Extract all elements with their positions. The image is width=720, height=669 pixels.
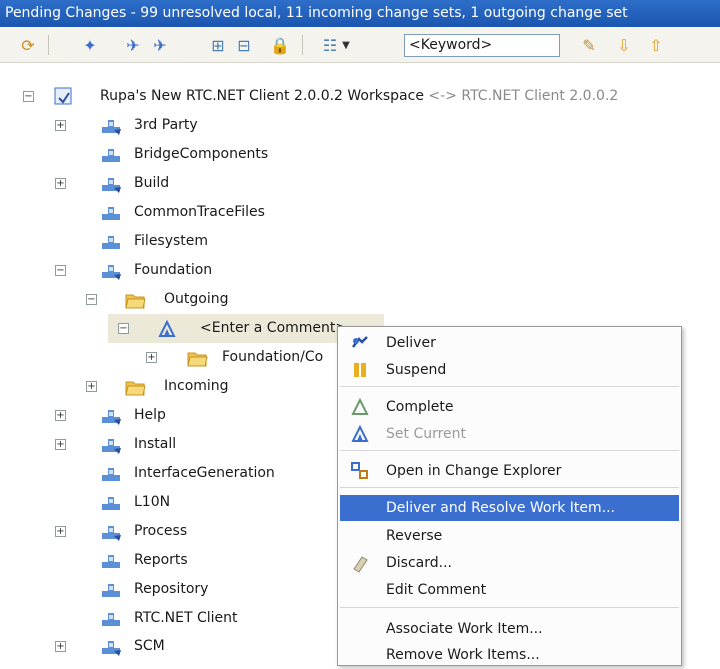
toolbar-separator (48, 35, 49, 55)
tree-item-label: RTC.NET Client (134, 610, 238, 626)
menu-item-deliver-resolve[interactable]: Deliver and Resolve Work Item... (340, 495, 679, 521)
tree-item-label: Foundation/Co (222, 349, 324, 365)
tree-item-label: Help (134, 407, 166, 423)
tree-item-label: Outgoing (164, 291, 229, 307)
previous-arrow-icon[interactable]: ⇧ (644, 33, 668, 57)
menu-item-suspend[interactable]: Suspend (340, 357, 679, 383)
tree-item-label: <Enter a Comment> (200, 320, 348, 336)
set-current-icon (350, 424, 370, 444)
component-icon (100, 608, 122, 630)
tree-item-label: Reports (134, 552, 188, 568)
tree-item-label: InterfaceGeneration (134, 465, 275, 481)
menu-item-associate-work-item[interactable]: Associate Work Item... (340, 616, 679, 642)
tree-item-label: Process (134, 523, 188, 539)
expand-toggle[interactable]: + (146, 352, 157, 363)
component-changed-icon (100, 173, 122, 195)
menu-item-remove-work-items[interactable]: Remove Work Items... (340, 642, 679, 668)
component-changed-icon (100, 260, 122, 282)
component-icon (100, 231, 122, 253)
component-icon (100, 579, 122, 601)
component-icon (100, 463, 122, 485)
accept-icon[interactable]: ✦ (78, 33, 102, 57)
expand-toggle[interactable]: + (55, 641, 66, 652)
workspace-row[interactable]: − Rupa's New RTC.NET Client 2.0.0.2 Work… (0, 82, 720, 111)
component-icon (100, 144, 122, 166)
deliver-icon (350, 333, 370, 353)
component-changed-icon (100, 636, 122, 658)
component-icon (100, 492, 122, 514)
workspace-icon (53, 86, 75, 108)
expand-toggle[interactable]: + (55, 410, 66, 421)
expand-toggle[interactable]: + (55, 178, 66, 189)
tree-item-label: BridgeComponents (134, 146, 269, 162)
toolbar-separator (302, 35, 303, 55)
collapse-toggle[interactable]: − (86, 294, 97, 305)
menu-item-set-current[interactable]: Set Current (340, 421, 679, 447)
menu-separator (340, 607, 679, 608)
eraser-icon (350, 553, 370, 573)
change-explorer-icon (350, 461, 370, 481)
folder-icon (124, 289, 146, 311)
collapse-all-icon[interactable]: ⊟ (232, 33, 256, 57)
collapse-toggle[interactable]: − (23, 91, 34, 102)
tree-item-label: 3rd Party (134, 117, 198, 133)
next-arrow-icon[interactable]: ⇩ (612, 33, 636, 57)
component-icon (100, 550, 122, 572)
folder-icon (186, 347, 208, 369)
change-set-icon (156, 318, 178, 340)
suspend-icon[interactable]: ✈ (148, 33, 172, 57)
menu-item-discard[interactable]: Discard... (340, 550, 679, 576)
component-changed-icon (100, 521, 122, 543)
component-changed-icon (100, 434, 122, 456)
tree-item-label: Build (134, 175, 170, 191)
tree-item-label: SCM (134, 638, 165, 654)
expand-toggle[interactable]: + (55, 120, 66, 131)
highlight-icon[interactable]: ✎ (577, 33, 601, 57)
component-icon (100, 202, 122, 224)
expand-all-icon[interactable]: ⊞ (206, 33, 230, 57)
tree-item-label: Filesystem (134, 233, 209, 249)
expand-toggle[interactable]: + (86, 381, 97, 392)
tree-item-label: Repository (134, 581, 209, 597)
refresh-icon[interactable]: ⟳ (16, 33, 40, 57)
context-menu: Deliver Suspend Complete Set Current Ope… (337, 326, 682, 666)
tree-item-label: Incoming (164, 378, 229, 394)
component-changed-icon (100, 115, 122, 137)
tree-item-label: Install (134, 436, 177, 452)
toolbar: ⟳ ✦ ✈ ✈ ⊞ ⊟ 🔒 ☷ ▼ <Keyword> ✎ ⇩ ⇧ (0, 27, 720, 63)
folder-icon (124, 376, 146, 398)
title-bar: Pending Changes - 99 unresolved local, 1… (0, 0, 720, 27)
menu-item-edit-comment[interactable]: Edit Comment (340, 577, 679, 603)
component-changed-icon (100, 405, 122, 427)
keyword-input[interactable]: <Keyword> (404, 34, 560, 57)
complete-icon (350, 397, 370, 417)
menu-item-deliver[interactable]: Deliver (340, 330, 679, 356)
expand-toggle[interactable]: + (55, 439, 66, 450)
deliver-icon[interactable]: ✈ (121, 33, 145, 57)
tree-item-label: L10N (134, 494, 171, 510)
expand-toggle[interactable]: + (55, 526, 66, 537)
menu-item-complete[interactable]: Complete (340, 394, 679, 420)
lock-icon[interactable]: 🔒 (268, 33, 292, 57)
collapse-toggle[interactable]: − (55, 265, 66, 276)
menu-separator (340, 450, 679, 451)
menu-separator (340, 487, 679, 488)
pause-icon (350, 360, 370, 380)
menu-separator (340, 386, 679, 387)
tree-item-label: CommonTraceFiles (134, 204, 265, 220)
menu-item-open-change-explorer[interactable]: Open in Change Explorer (340, 458, 679, 484)
tree-item-label: Foundation (134, 262, 213, 278)
window-title: Pending Changes - 99 unresolved local, 1… (5, 5, 628, 21)
workspace-label: Rupa's New RTC.NET Client 2.0.0.2 Worksp… (100, 88, 619, 104)
collapse-toggle[interactable]: − (118, 323, 129, 334)
menu-item-reverse[interactable]: Reverse (340, 523, 679, 549)
chevron-down-icon[interactable]: ▼ (338, 33, 354, 57)
